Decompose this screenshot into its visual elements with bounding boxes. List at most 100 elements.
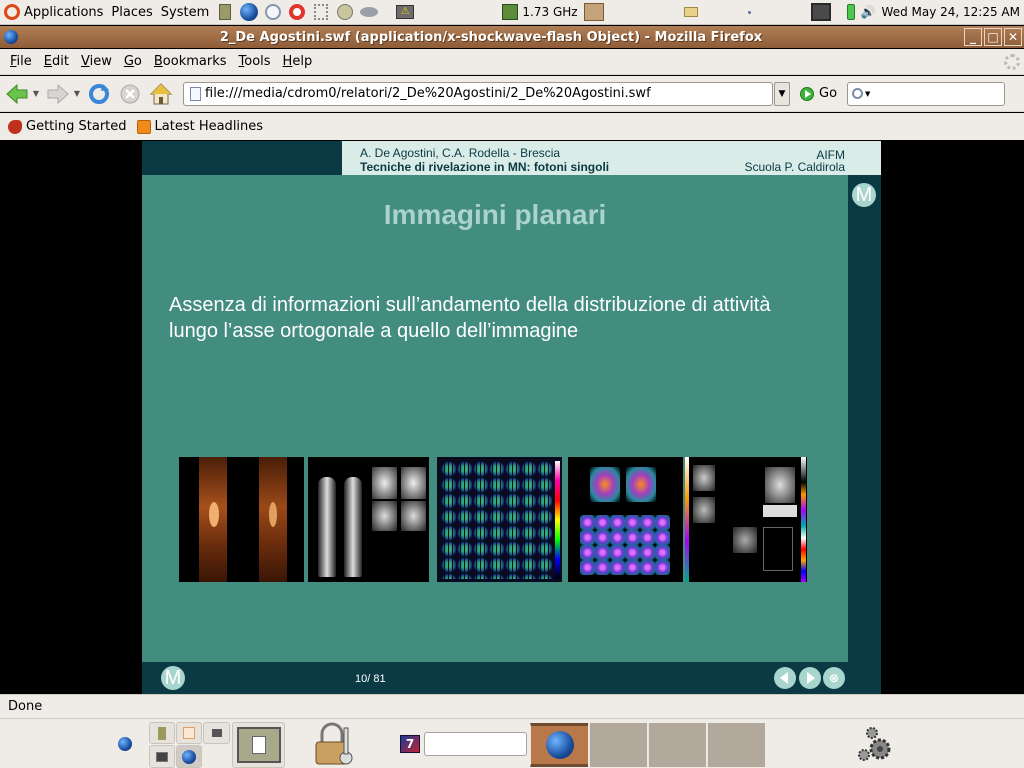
- slide-footer: M 10/ 81 ⊗: [142, 662, 881, 694]
- taskbar-button-4[interactable]: [707, 723, 765, 767]
- taskbar-button-2[interactable]: [589, 723, 647, 767]
- window-title-bar[interactable]: 2_De Agostini.swf (application/x-shockwa…: [0, 26, 1024, 48]
- slide-school: Scuola P. Caldirola: [744, 160, 845, 174]
- page-icon: [190, 86, 201, 101]
- launcher-firefox-icon[interactable]: [176, 745, 202, 768]
- search-engine-dropdown-icon[interactable]: ▼: [865, 90, 870, 98]
- slide-menu-button-top[interactable]: M: [852, 183, 876, 207]
- network-icon[interactable]: [311, 2, 331, 22]
- next-slide-button[interactable]: [799, 667, 821, 689]
- system-menu[interactable]: System: [157, 0, 213, 25]
- file-cabinet-icon[interactable]: [215, 2, 235, 22]
- url-bar[interactable]: [183, 81, 773, 106]
- search-input[interactable]: ▼: [847, 81, 1006, 106]
- menu-go[interactable]: Go: [118, 54, 148, 69]
- launcher-presentation-icon[interactable]: [176, 722, 202, 744]
- navigation-toolbar: ▼ ▼ ▼ Go ▼: [0, 76, 1024, 112]
- forward-history-dropdown[interactable]: ▼: [72, 89, 82, 98]
- bookmark-latest-headlines[interactable]: Latest Headlines: [136, 119, 264, 134]
- cpu-frequency: 1.73 GHz: [522, 5, 578, 19]
- maximize-button[interactable]: □: [984, 28, 1002, 46]
- command-run-input[interactable]: [424, 732, 527, 756]
- close-presentation-button[interactable]: ⊗: [823, 667, 845, 689]
- notification-icon[interactable]: [683, 7, 698, 17]
- bookmark-label: Latest Headlines: [154, 119, 264, 134]
- slide-authors: A. De Agostini, C.A. Rodella - Brescia: [360, 146, 561, 160]
- window-title: 2_De Agostini.swf (application/x-shockwa…: [219, 29, 763, 45]
- status-text: Done: [8, 699, 43, 714]
- show-desktop-globe-icon[interactable]: [118, 737, 132, 751]
- url-input[interactable]: [201, 86, 772, 101]
- stop-button[interactable]: [116, 80, 144, 108]
- flash-slide[interactable]: A. De Agostini, C.A. Rodella - Brescia T…: [142, 141, 881, 694]
- cpu-freq-icon: [502, 4, 519, 20]
- text-editor-icon: [236, 727, 281, 763]
- previous-slide-button[interactable]: [774, 667, 796, 689]
- settings-gears-icon[interactable]: [856, 725, 896, 765]
- bookmarks-toolbar: Getting Started Latest Headlines: [0, 113, 1024, 140]
- go-button[interactable]: Go: [800, 86, 837, 101]
- back-arrow-icon: [6, 83, 28, 104]
- system-menu-label: System: [160, 4, 210, 20]
- slide-right-sidebar: M: [848, 175, 881, 662]
- slide-header-left-block: [142, 141, 342, 175]
- reload-button[interactable]: [85, 80, 113, 108]
- menu-bar: File Edit View Go Bookmarks Tools Help: [0, 49, 1024, 75]
- slide-body: Immagini planari Assenza di informazioni…: [142, 175, 848, 662]
- text-editor-launcher[interactable]: [232, 722, 285, 768]
- clock[interactable]: Wed May 24, 12:25 AM: [882, 5, 1020, 19]
- menu-edit[interactable]: Edit: [38, 54, 75, 69]
- disk-mount-icon[interactable]: [359, 2, 379, 22]
- reload-icon: [89, 83, 109, 104]
- minimize-button[interactable]: _: [964, 28, 982, 46]
- throbber-icon: [1004, 54, 1020, 70]
- launcher-camera-icon[interactable]: [203, 722, 230, 744]
- slide-menu-button-bottom[interactable]: M: [161, 666, 185, 690]
- next-arrow-icon: [807, 672, 815, 684]
- taskbar-button-firefox[interactable]: [530, 723, 588, 767]
- help-lifebuoy-icon[interactable]: [287, 2, 307, 22]
- battery-icon[interactable]: [846, 4, 855, 20]
- page-counter: 10/ 81: [355, 673, 386, 685]
- menu-bookmarks[interactable]: Bookmarks: [148, 54, 233, 69]
- top-panel: Applications Places System ⚠ 1.73 GHz 🔊 …: [0, 0, 1024, 25]
- stop-icon: [120, 84, 140, 103]
- dictionary-icon[interactable]: 7: [400, 735, 420, 753]
- go-icon: [800, 86, 814, 101]
- terminal-icon[interactable]: [810, 3, 831, 21]
- close-button[interactable]: ✕: [1004, 28, 1022, 46]
- tray-dot-icon: [747, 10, 751, 14]
- slide-text-line-1: Assenza di informazioni sull’andamento d…: [169, 294, 771, 316]
- slide-text: Assenza di informazioni sull’andamento d…: [169, 292, 770, 344]
- places-menu-label: Places: [111, 4, 153, 20]
- package-icon[interactable]: [583, 3, 604, 21]
- firefox-globe-icon[interactable]: [239, 2, 259, 22]
- back-button[interactable]: [3, 80, 31, 108]
- bookmark-label: Getting Started: [26, 119, 127, 134]
- slide-title: Immagini planari: [383, 199, 607, 230]
- taskbar-button-3[interactable]: [648, 723, 706, 767]
- menu-file[interactable]: File: [4, 54, 38, 69]
- places-menu[interactable]: Places: [107, 0, 156, 25]
- lock-screen-icon[interactable]: [314, 722, 358, 768]
- launcher-notes-icon[interactable]: [149, 722, 175, 744]
- mail-clock-icon[interactable]: [263, 2, 283, 22]
- home-button[interactable]: [147, 80, 175, 108]
- cd-icon[interactable]: [335, 2, 355, 22]
- menu-view[interactable]: View: [75, 54, 118, 69]
- whole-body-bone-scan-image: [308, 457, 429, 582]
- forward-button[interactable]: [44, 80, 72, 108]
- applications-menu[interactable]: Applications: [0, 0, 107, 25]
- bookmark-getting-started[interactable]: Getting Started: [8, 119, 127, 134]
- back-history-dropdown[interactable]: ▼: [31, 89, 41, 98]
- forward-arrow-icon: [47, 83, 69, 104]
- menu-tools[interactable]: Tools: [233, 54, 277, 69]
- launcher-tv-icon[interactable]: [149, 745, 175, 768]
- warning-monitor-icon[interactable]: ⚠: [395, 2, 415, 22]
- firefox-window-icon[interactable]: [4, 30, 18, 44]
- slide-header: A. De Agostini, C.A. Rodella - Brescia T…: [342, 141, 881, 175]
- bottom-panel: 7: [0, 718, 1024, 768]
- url-history-dropdown[interactable]: ▼: [774, 81, 790, 106]
- menu-help[interactable]: Help: [277, 54, 319, 69]
- volume-icon[interactable]: 🔊: [861, 5, 876, 19]
